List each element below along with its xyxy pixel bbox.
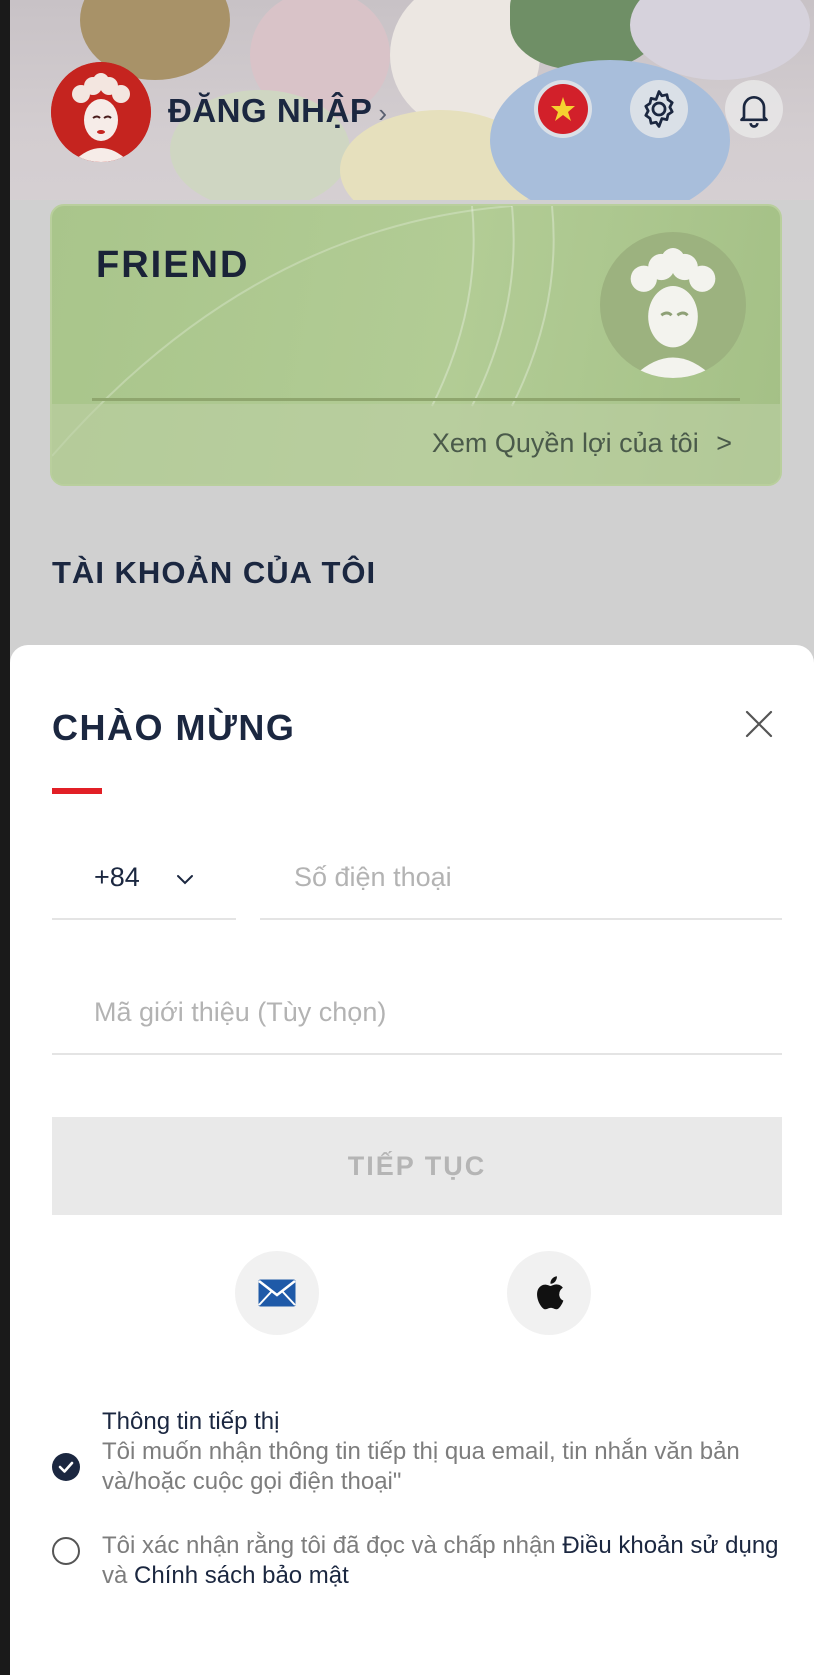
- phone-input[interactable]: Số điện thoại: [260, 840, 782, 920]
- terms-middle: và: [102, 1562, 135, 1589]
- privacy-policy-link[interactable]: Chính sách bảo mật: [134, 1562, 349, 1589]
- terms-prefix: Tôi xác nhận rằng tôi đã đọc và chấp nhậ…: [102, 1532, 563, 1559]
- membership-card[interactable]: FRIEND Xem Quyền lợi của tôi >: [50, 204, 782, 486]
- marketing-title: Thông tin tiếp thị: [102, 1408, 280, 1435]
- login-label: ĐĂNG NHẬP: [168, 92, 373, 129]
- opera-mask-avatar-icon: [51, 62, 151, 162]
- referral-code-input[interactable]: Mã giới thiệu (Tùy chọn): [52, 975, 782, 1055]
- continue-button[interactable]: TIẾP TỤC: [52, 1117, 782, 1215]
- bell-icon: [740, 96, 768, 128]
- country-code-select[interactable]: +84: [52, 840, 236, 920]
- terms-consent[interactable]: Tôi xác nhận rằng tôi đã đọc và chấp nhậ…: [52, 1531, 792, 1601]
- referral-placeholder: Mã giới thiệu (Tùy chọn): [94, 997, 387, 1027]
- view-benefits-label: Xem Quyền lợi của tôi: [431, 428, 699, 458]
- notifications-button[interactable]: [725, 80, 783, 138]
- title-accent-bar: [52, 788, 102, 794]
- checkmark-icon: [58, 1461, 74, 1473]
- chevron-down-icon: [177, 875, 193, 885]
- close-icon: [745, 710, 773, 738]
- close-button[interactable]: [738, 703, 780, 745]
- terms-of-use-link[interactable]: Điều khoản sử dụng: [562, 1532, 778, 1559]
- view-benefits-link[interactable]: Xem Quyền lợi của tôi >: [432, 428, 732, 459]
- marketing-checkbox[interactable]: [52, 1453, 80, 1481]
- membership-tier: FRIEND: [96, 244, 250, 286]
- section-title: TÀI KHOẢN CỦA TÔI: [52, 555, 377, 590]
- login-sheet: CHÀO MỪNG +84 Số điện thoại Mã giới thiệ…: [10, 645, 814, 1675]
- card-divider: [92, 398, 740, 401]
- apple-login-button[interactable]: [507, 1251, 591, 1335]
- envelope-icon: [258, 1279, 296, 1307]
- marketing-text: Thông tin tiếp thị Tôi muốn nhận thông t…: [102, 1407, 792, 1497]
- app-screen: ĐĂNG NHẬP › FRIEND Xem Quyền lợi của tôi…: [10, 0, 814, 1675]
- country-code-value: +84: [94, 862, 140, 892]
- tier-badge: [600, 232, 746, 378]
- apple-icon: [537, 1276, 564, 1310]
- marketing-body: Tôi muốn nhận thông tin tiếp thị qua ema…: [102, 1438, 740, 1495]
- login-link[interactable]: ĐĂNG NHẬP ›: [168, 92, 388, 130]
- terms-text: Tôi xác nhận rằng tôi đã đọc và chấp nhậ…: [102, 1531, 792, 1591]
- language-button[interactable]: [534, 80, 592, 138]
- terms-checkbox[interactable]: [52, 1537, 80, 1565]
- marketing-consent[interactable]: Thông tin tiếp thị Tôi muốn nhận thông t…: [52, 1407, 792, 1497]
- avatar[interactable]: [51, 62, 151, 162]
- sheet-title: CHÀO MỪNG: [52, 707, 296, 748]
- phone-placeholder: Số điện thoại: [294, 862, 452, 892]
- chevron-right-icon: ›: [378, 98, 388, 128]
- email-login-button[interactable]: [235, 1251, 319, 1335]
- gear-icon: [644, 90, 674, 128]
- settings-button[interactable]: [630, 80, 688, 138]
- vietnam-flag-icon: [538, 84, 588, 134]
- chevron-right-icon: >: [716, 428, 732, 458]
- opera-mask-badge-icon: [630, 248, 716, 378]
